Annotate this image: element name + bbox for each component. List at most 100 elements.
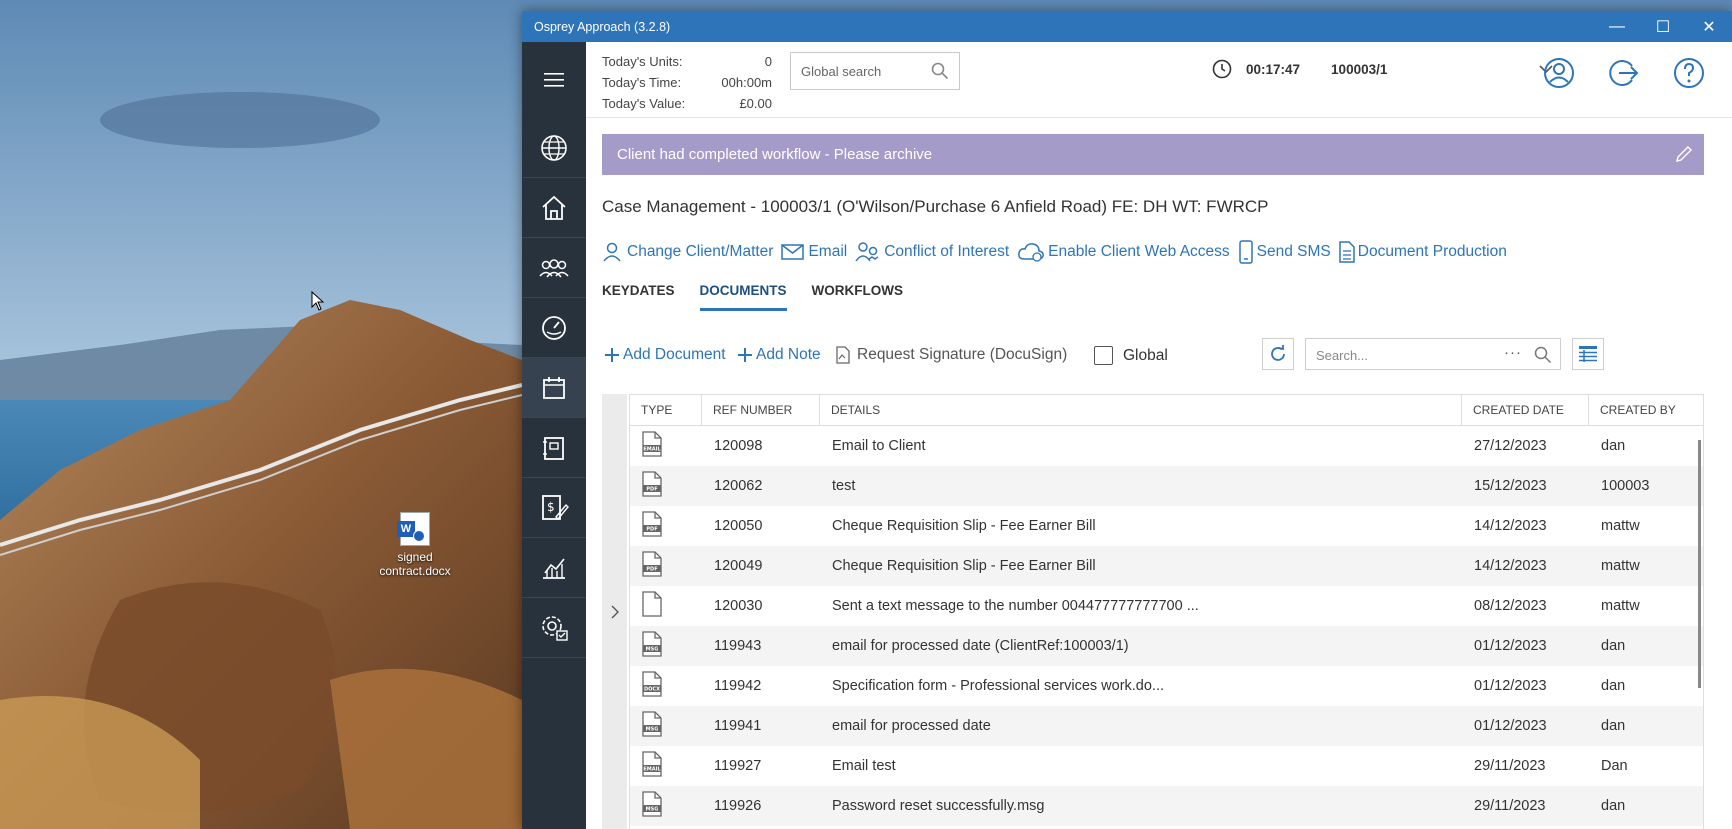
- tab-workflows[interactable]: WORKFLOWS: [812, 283, 903, 311]
- sidebar-item-settings[interactable]: [522, 598, 586, 658]
- created-by-cell: mattw: [1601, 558, 1640, 574]
- details-cell: Password reset successfully.msg: [832, 798, 1045, 814]
- cloud-icon: [1018, 243, 1045, 262]
- created-by-cell: dan: [1601, 798, 1626, 814]
- svg-text:EMAIL: EMAIL: [643, 767, 661, 773]
- table-header: TYPE REF NUMBER DETAILS CREATED DATE CRE…: [630, 395, 1703, 426]
- sidebar-item-web[interactable]: [522, 118, 586, 178]
- document-production-label: Document Production: [1357, 243, 1507, 260]
- desktop-file-icon[interactable]: W signed contract.docx: [375, 512, 455, 578]
- global-checkbox-box[interactable]: [1094, 346, 1113, 365]
- global-checkbox[interactable]: Global: [1094, 346, 1168, 365]
- svg-text:DOCX: DOCX: [644, 687, 660, 693]
- conflict-of-interest-button[interactable]: Conflict of Interest: [855, 241, 1009, 263]
- column-header-type[interactable]: TYPE: [630, 395, 702, 425]
- ref-number-cell: 120030: [714, 598, 763, 614]
- sidebar: $: [522, 42, 586, 829]
- request-signature-button[interactable]: Request Signature (DocuSign): [836, 346, 1067, 364]
- search-icon[interactable]: [1534, 346, 1552, 364]
- sidebar-item-billing[interactable]: $: [522, 478, 586, 538]
- ref-number-cell: 120062: [714, 478, 763, 494]
- close-button[interactable]: ✕: [1686, 11, 1732, 42]
- global-label: Global: [1123, 346, 1168, 364]
- details-cell: email for processed date (ClientRef:1000…: [832, 638, 1129, 654]
- table-row[interactable]: 120030 Sent a text message to the number…: [630, 586, 1703, 626]
- vertical-scrollbar[interactable]: [1698, 440, 1701, 688]
- search-icon: [931, 62, 949, 80]
- column-chooser-button[interactable]: [1572, 338, 1604, 370]
- table-row[interactable]: MSG 119926 Password reset successfully.m…: [630, 786, 1703, 826]
- value-value: £0.00: [739, 96, 772, 111]
- sidebar-item-case-management[interactable]: [522, 358, 586, 418]
- table-row[interactable]: EMAIL 119927 Email test 29/11/2023 Dan: [630, 746, 1703, 786]
- file-type-icon: MSG: [642, 631, 662, 657]
- created-by-cell: dan: [1601, 638, 1626, 654]
- type-cell: EMAIL: [630, 751, 702, 781]
- conflict-of-interest-label: Conflict of Interest: [884, 243, 1010, 260]
- top-bar: Today's Units: 0 Today's Time: 00h:00m Tod…: [586, 42, 1732, 118]
- ref-number-cell: 120098: [714, 438, 763, 454]
- details-cell: Cheque Requisition Slip - Fee Earner Bil…: [832, 558, 1096, 574]
- documents-search-placeholder: Search...: [1316, 348, 1369, 363]
- email-label: Email: [808, 243, 848, 260]
- table-row[interactable]: PDF 120050 Cheque Requisition Slip - Fee…: [630, 506, 1703, 546]
- sidebar-item-ledger[interactable]: [522, 418, 586, 478]
- maximize-button[interactable]: ☐: [1640, 11, 1686, 42]
- sidebar-item-clients[interactable]: [522, 238, 586, 298]
- created-date-cell: 14/12/2023: [1474, 518, 1547, 534]
- more-options-icon[interactable]: ···: [1504, 344, 1522, 361]
- home-icon: [542, 195, 566, 220]
- svg-text:MSG: MSG: [646, 807, 659, 813]
- table-row[interactable]: PDF 120049 Cheque Requisition Slip - Fee…: [630, 546, 1703, 586]
- type-cell: MSG: [630, 631, 702, 661]
- clock-icon[interactable]: [1212, 59, 1232, 79]
- units-label: Today's Units:: [602, 54, 683, 69]
- table-row[interactable]: MSG 119941 email for processed date 01/1…: [630, 706, 1703, 746]
- minimize-button[interactable]: —: [1594, 11, 1640, 42]
- add-document-button[interactable]: Add Document: [604, 346, 726, 364]
- sidebar-item-dashboard[interactable]: [522, 298, 586, 358]
- enable-client-web-access-button[interactable]: Enable Client Web Access: [1017, 242, 1230, 262]
- type-cell: [630, 591, 702, 621]
- help-icon[interactable]: [1673, 57, 1705, 89]
- column-header-details[interactable]: DETAILS: [820, 395, 1462, 425]
- document-production-button[interactable]: Document Production: [1339, 241, 1507, 263]
- sidebar-item-home[interactable]: [522, 178, 586, 238]
- logout-icon[interactable]: [1608, 57, 1640, 89]
- workflow-banner: Client had completed workflow - Please a…: [602, 134, 1704, 175]
- column-header-created-by[interactable]: CREATED BY: [1589, 395, 1703, 425]
- table-row[interactable]: PDF 120062 test 15/12/2023 100003: [630, 466, 1703, 506]
- user-profile-icon[interactable]: [1543, 57, 1575, 89]
- timer-matter[interactable]: 100003/1: [1331, 62, 1387, 77]
- ref-number-cell: 119942: [714, 678, 762, 694]
- global-search-input[interactable]: Global search: [790, 52, 960, 90]
- table-row[interactable]: DOCX 119942 Specification form - Profess…: [630, 666, 1703, 706]
- add-note-button[interactable]: Add Note: [737, 346, 821, 364]
- column-header-created-date[interactable]: CREATED DATE: [1462, 395, 1589, 425]
- documents-table: TYPE REF NUMBER DETAILS CREATED DATE CRE…: [629, 394, 1704, 829]
- timer-elapsed: 00:17:47: [1246, 61, 1301, 77]
- created-date-cell: 29/11/2023: [1474, 758, 1546, 774]
- details-panel-toggle[interactable]: [602, 394, 627, 829]
- table-row[interactable]: EMAIL 120098 Email to Client 27/12/2023 …: [630, 426, 1703, 466]
- add-note-label: Add Note: [756, 346, 821, 363]
- tab-keydates[interactable]: KEYDATES: [602, 283, 675, 311]
- file-type-icon: [642, 591, 662, 617]
- sidebar-item-reports[interactable]: [522, 538, 586, 598]
- email-button[interactable]: Email: [781, 243, 847, 261]
- refresh-button[interactable]: [1262, 338, 1294, 370]
- request-signature-label: Request Signature (DocuSign): [857, 346, 1068, 363]
- documents-search-input[interactable]: Search... ···: [1305, 338, 1561, 370]
- created-by-cell: dan: [1601, 718, 1626, 734]
- user-icon: [603, 242, 621, 262]
- change-client-matter-button[interactable]: Change Client/Matter: [602, 242, 773, 262]
- svg-text:MSG: MSG: [646, 647, 659, 653]
- tab-documents[interactable]: DOCUMENTS: [699, 283, 787, 311]
- table-row[interactable]: MSG 119943 email for processed date (Cli…: [630, 626, 1703, 666]
- send-sms-button[interactable]: Send SMS: [1238, 240, 1331, 264]
- ref-number-cell: 119943: [714, 638, 762, 654]
- sidebar-menu-button[interactable]: [522, 42, 586, 118]
- pencil-icon[interactable]: [1674, 144, 1694, 164]
- column-header-ref-number[interactable]: REF NUMBER: [702, 395, 820, 425]
- enable-client-web-access-label: Enable Client Web Access: [1048, 243, 1230, 260]
